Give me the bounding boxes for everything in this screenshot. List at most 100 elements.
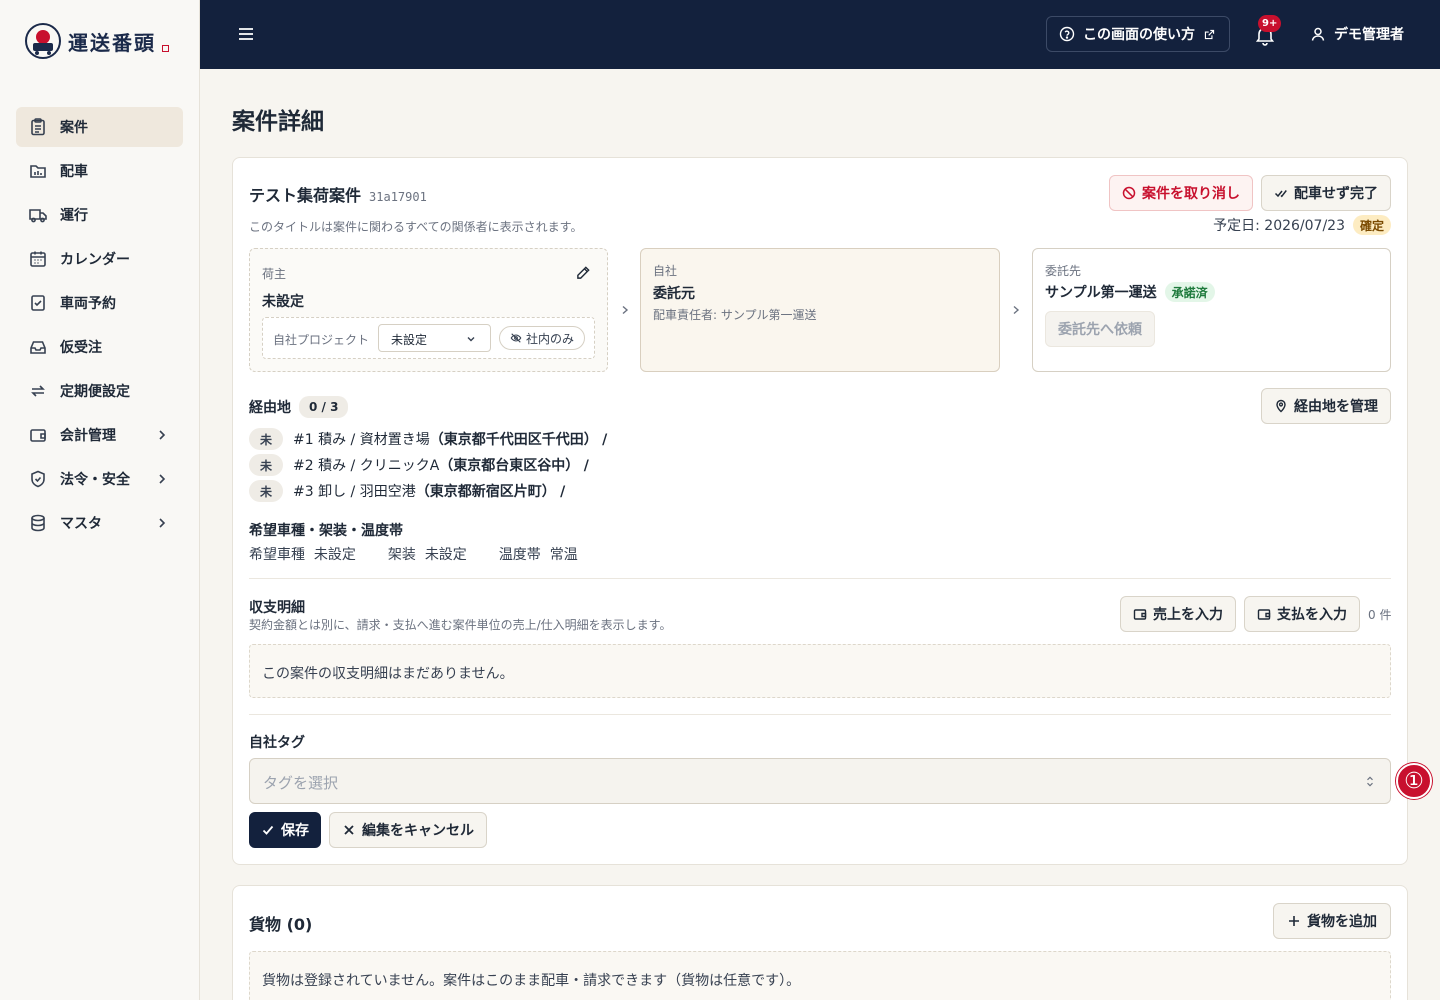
sidebar-item-accounting[interactable]: 会計管理 [16, 415, 183, 455]
cancel-edit-button[interactable]: 編集をキャンセル [329, 812, 487, 848]
wallet-icon [30, 429, 46, 442]
divider [249, 714, 1391, 715]
clipboard-icon [31, 118, 45, 136]
external-link-icon [1204, 29, 1215, 39]
sidebar-item-recurring-settings[interactable]: 定期便設定 [16, 371, 183, 411]
cargo-title: 貨物 (0) [249, 915, 313, 934]
wallet-icon [1257, 609, 1271, 620]
shield-icon [31, 470, 45, 488]
case-title: テスト集荷案件 [249, 186, 362, 205]
shipper-panel: 荷主 未設定 自社プロジェクト 未設定 社内のみ [249, 248, 608, 372]
tag-select[interactable]: タグを選択 [249, 758, 1391, 804]
sidebar-item-dispatch[interactable]: 配車 [16, 151, 183, 191]
logo-mark-icon [25, 23, 61, 59]
brand-seal-icon [162, 44, 169, 52]
chevron-right-icon [622, 305, 629, 315]
sidebar-item-calendar[interactable]: カレンダー [16, 239, 183, 279]
brand-logo[interactable]: 運送番頭 [24, 22, 169, 60]
own-company-panel: 自社 委託元 配車責任者: サンプル第一運送 [640, 248, 1000, 372]
user-menu[interactable]: デモ管理者 [1310, 24, 1404, 44]
annotation-marker: ① [1396, 763, 1432, 799]
dispatch-manager: 配車責任者: サンプル第一運送 [653, 308, 817, 322]
save-button[interactable]: 保存 [249, 812, 321, 848]
case-id: 31a17901 [369, 190, 427, 204]
sidebar-item-label: 会計管理 [60, 428, 116, 444]
reservation-icon [31, 295, 45, 311]
add-cargo-button[interactable]: 貨物を追加 [1273, 903, 1391, 939]
user-icon [1311, 27, 1325, 41]
vehicle-attributes: 希望車種 未設定 架装 未設定 温度帯 常温 [249, 547, 578, 563]
repeat-icon [31, 385, 45, 397]
project-row: 自社プロジェクト 未設定 社内のみ [262, 317, 595, 359]
cancel-case-button[interactable]: 案件を取り消し [1109, 175, 1253, 211]
sidebar-item-operations[interactable]: 運行 [16, 195, 183, 235]
stops-count-badge: 0 / 3 [299, 396, 349, 418]
internal-only-toggle[interactable]: 社内のみ [499, 326, 585, 350]
sidebar-item-label: マスタ [60, 516, 102, 532]
sidebar-item-label: 運行 [60, 208, 88, 224]
page-title: 案件詳細 [232, 109, 324, 135]
status-badge: 確定 [1352, 215, 1391, 235]
request-contractor-button[interactable]: 委託先へ依頼 [1045, 311, 1155, 347]
ledger-count: 0 件 [1368, 608, 1392, 622]
enter-payment-button[interactable]: 支払を入力 [1244, 596, 1360, 632]
sidebar-item-label: 仮受注 [60, 340, 102, 356]
stop-item[interactable]: 未 #3 卸し / 羽田空港（東京都新宿区片町） / [249, 480, 565, 502]
stops-label: 経由地 [249, 400, 291, 416]
sidebar-item-label: 車両予約 [60, 296, 116, 312]
sidebar-nav: 案件 配車 運行 カレンダー 車両予約 仮受注 定期便設定 会計管理 法令・安全… [16, 107, 183, 547]
chevron-right-icon [1013, 305, 1020, 315]
project-select[interactable]: 未設定 [378, 324, 491, 352]
case-detail-card: テスト集荷案件 31a17901 このタイトルは案件に関わるすべての関係者に表示… [232, 157, 1408, 865]
own-company-value: 委託元 [653, 286, 695, 302]
eye-off-icon [510, 333, 522, 343]
contractor-panel: 委託先 サンプル第一運送 承諾済 委託先へ依頼 [1032, 248, 1391, 372]
question-circle-icon [1059, 26, 1075, 42]
sidebar: 運送番頭 案件 配車 運行 カレンダー 車両予約 仮受注 定期便設定 会計管理 … [0, 0, 200, 1000]
help-button-label: この画面の使い方 [1083, 27, 1195, 43]
complete-without-dispatch-button[interactable]: 配車せず完了 [1261, 175, 1391, 211]
top-bar: この画面の使い方 9+ デモ管理者 [200, 0, 1440, 69]
notification-count-badge: 9+ [1258, 15, 1282, 32]
close-icon [344, 825, 354, 835]
sidebar-item-label: 案件 [60, 120, 88, 136]
cargo-empty-state: 貨物は登録されていません。案件はこのまま配車・請求できます（貨物は任意です）。 [249, 951, 1391, 1000]
stop-item[interactable]: 未 #1 積み / 資材置き場（東京都千代田区千代田） / [249, 428, 607, 450]
database-icon [31, 514, 45, 532]
enter-sales-button[interactable]: 売上を入力 [1120, 596, 1236, 632]
sidebar-item-provisional-orders[interactable]: 仮受注 [16, 327, 183, 367]
shipper-value: 未設定 [262, 294, 304, 310]
calendar-icon [30, 251, 46, 267]
chevron-right-icon [159, 474, 166, 484]
sidebar-item-cases[interactable]: 案件 [16, 107, 183, 147]
dispatch-board-icon [30, 165, 46, 178]
chevron-right-icon [159, 430, 166, 440]
sidebar-item-legal-safety[interactable]: 法令・安全 [16, 459, 183, 499]
ledger-empty-state: この案件の収支明細はまだありません。 [249, 644, 1391, 698]
chevron-down-icon [467, 337, 475, 342]
scheduled-date: 予定日: 2026/07/23 [1213, 218, 1345, 234]
ledger-note: 契約金額とは別に、請求・支払へ進む案件単位の売上/仕入明細を表示します。 [249, 618, 672, 632]
sidebar-item-label: カレンダー [60, 252, 130, 268]
sidebar-item-label: 配車 [60, 164, 88, 180]
contractor-value: サンプル第一運送 [1045, 285, 1157, 301]
edit-pencil-icon[interactable] [576, 265, 591, 280]
map-pin-icon [1276, 399, 1286, 413]
check-icon [262, 825, 274, 835]
hamburger-menu-icon[interactable] [236, 24, 256, 44]
tags-label: 自社タグ [249, 735, 305, 751]
cargo-card: 貨物 (0) 貨物を追加 貨物は登録されていません。案件はこのまま配車・請求でき… [232, 885, 1408, 1000]
accepted-badge: 承諾済 [1164, 282, 1215, 302]
stop-item[interactable]: 未 #2 積み / クリニックA（東京都台東区谷中） / [249, 454, 589, 476]
ban-icon [1122, 186, 1136, 200]
wallet-icon [1133, 609, 1147, 620]
ledger-label: 収支明細 [249, 600, 305, 616]
vehicle-section-label: 希望車種・架装・温度帯 [249, 523, 403, 539]
sidebar-item-vehicle-reservation[interactable]: 車両予約 [16, 283, 183, 323]
manage-stops-button[interactable]: 経由地を管理 [1261, 388, 1391, 424]
help-button[interactable]: この画面の使い方 [1046, 16, 1230, 52]
truck-icon [29, 209, 47, 223]
brand-name: 運送番頭 [68, 30, 156, 55]
sidebar-item-label: 法令・安全 [60, 472, 130, 488]
sidebar-item-master[interactable]: マスタ [16, 503, 183, 543]
